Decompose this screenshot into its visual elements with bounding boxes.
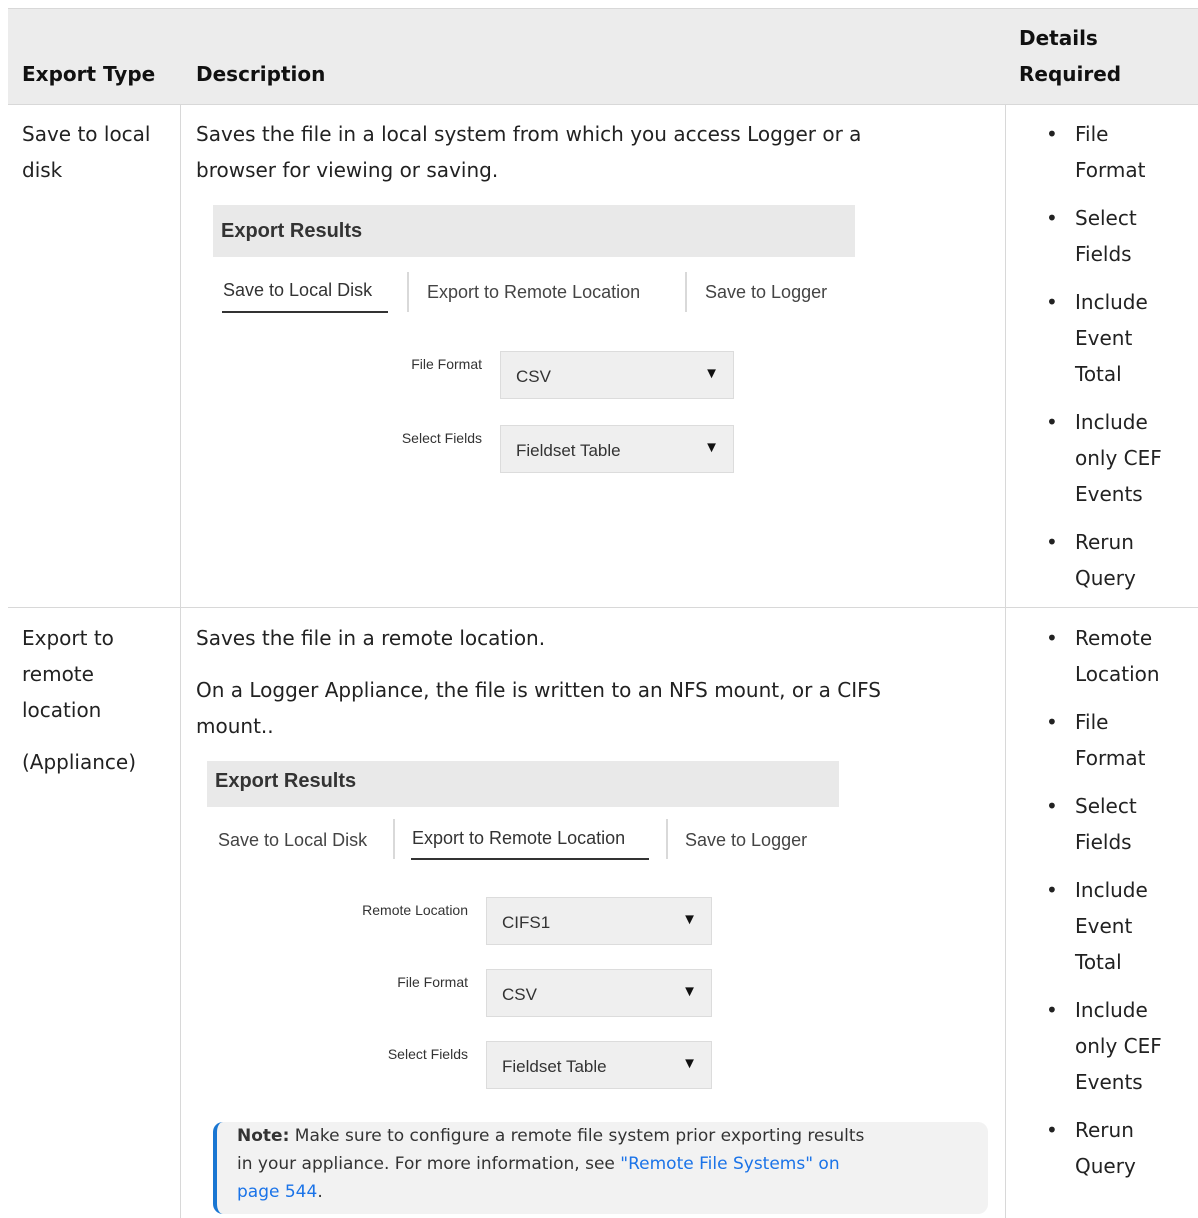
row1-description-line2: browser for viewing or saving. xyxy=(196,158,499,182)
note-text-line2: in your appliance. For more information,… xyxy=(237,1154,621,1174)
chevron-down-icon: ▼ xyxy=(682,1055,697,1072)
row2-active-tab-underline xyxy=(411,858,649,860)
list-item: RerunQuery xyxy=(1016,1112,1185,1184)
row2-tab-save-logger[interactable]: Save to Logger xyxy=(685,830,807,851)
list-item: RemoteLocation xyxy=(1016,620,1185,692)
header-divider xyxy=(8,104,1198,105)
row2-tab-separator xyxy=(393,819,395,859)
list-item: IncludeEventTotal xyxy=(1016,872,1185,980)
list-item: SelectFields xyxy=(1016,788,1185,860)
row2-details-list: RemoteLocation FileFormat SelectFields I… xyxy=(1016,620,1185,1196)
row1-select-fields-value: Fieldset Table xyxy=(516,441,621,460)
row2-remote-location-select[interactable]: CIFS1 ▼ xyxy=(486,897,712,945)
header-export-type: Export Type xyxy=(22,62,156,86)
column-divider-2 xyxy=(1005,104,1006,1218)
row2-select-fields-value: Fieldset Table xyxy=(502,1057,607,1076)
row1-tab-separator xyxy=(685,272,687,312)
row1-tab-export-remote[interactable]: Export to Remote Location xyxy=(427,282,640,303)
row2-export-type-note: (Appliance) xyxy=(22,750,137,774)
row2-dialog-title: Export Results xyxy=(207,761,839,807)
row1-tab-separator xyxy=(407,272,409,312)
row2-file-format-value: CSV xyxy=(502,985,537,1004)
row2-description-line1: Saves the file in a remote location. xyxy=(196,626,546,650)
row1-tab-save-logger[interactable]: Save to Logger xyxy=(705,282,827,303)
header-description: Description xyxy=(196,62,326,86)
note-text: Note: Make sure to configure a remote fi… xyxy=(237,1122,975,1206)
note-line3: page 544. xyxy=(237,1178,975,1206)
remote-file-systems-link[interactable]: "Remote File Systems" on xyxy=(620,1154,839,1174)
note-text-line1: Make sure to configure a remote file sys… xyxy=(289,1126,865,1146)
row2-export-type-line1: Export to xyxy=(22,626,114,650)
row1-select-fields-select[interactable]: Fieldset Table ▼ xyxy=(500,425,734,473)
row2-tab-save-local-disk[interactable]: Save to Local Disk xyxy=(218,830,367,851)
row1-description-line1: Saves the file in a local system from wh… xyxy=(196,122,862,146)
row2-export-type-line2: remote xyxy=(22,662,94,686)
list-item: RerunQuery xyxy=(1016,524,1185,596)
row1-export-type: Save to local disk xyxy=(22,116,151,188)
row1-select-fields-label: Select Fields xyxy=(401,430,482,446)
row1-export-type-line2: disk xyxy=(22,158,63,182)
note-period: . xyxy=(317,1182,323,1202)
list-item: FileFormat xyxy=(1016,704,1185,776)
page-reference-link[interactable]: page 544 xyxy=(237,1182,317,1202)
row1-file-format-value: CSV xyxy=(516,367,551,386)
row1-details-list: FileFormat SelectFields IncludeEventTota… xyxy=(1016,116,1185,608)
list-item: Includeonly CEFEvents xyxy=(1016,404,1185,512)
column-divider-1 xyxy=(180,104,181,1218)
row2-tab-separator xyxy=(666,819,668,859)
header-details-required: Details Required xyxy=(1019,20,1121,92)
row1-active-tab-underline xyxy=(222,311,388,313)
row1-file-format-select[interactable]: CSV ▼ xyxy=(500,351,734,399)
row1-file-format-label: File Format xyxy=(411,356,482,372)
row2-description-para2: On a Logger Appliance, the file is writt… xyxy=(196,672,881,744)
row2-export-type-line3: location xyxy=(22,698,102,722)
header-details-line2: Required xyxy=(1019,62,1122,86)
chevron-down-icon: ▼ xyxy=(704,365,719,382)
note-label: Note: xyxy=(237,1126,290,1146)
row1-tab-save-local-disk[interactable]: Save to Local Disk xyxy=(223,280,372,301)
chevron-down-icon: ▼ xyxy=(704,439,719,456)
header-details-line1: Details xyxy=(1019,26,1098,50)
row2-remote-location-value: CIFS1 xyxy=(502,913,551,932)
list-item: FileFormat xyxy=(1016,116,1185,188)
note-box: Note: Make sure to configure a remote fi… xyxy=(213,1122,988,1214)
note-line1: Note: Make sure to configure a remote fi… xyxy=(237,1122,975,1150)
list-item: Includeonly CEFEvents xyxy=(1016,992,1185,1100)
row1-export-type-line1: Save to local xyxy=(22,122,151,146)
table-top-border xyxy=(8,8,1198,9)
row2-select-fields-select[interactable]: Fieldset Table ▼ xyxy=(486,1041,712,1089)
chevron-down-icon: ▼ xyxy=(682,911,697,928)
row2-description-para2-line1: On a Logger Appliance, the file is writt… xyxy=(196,678,881,702)
row2-description-para2-line2: mount.. xyxy=(196,714,274,738)
note-line2: in your appliance. For more information,… xyxy=(237,1150,975,1178)
chevron-down-icon: ▼ xyxy=(682,983,697,1000)
list-item: SelectFields xyxy=(1016,200,1185,272)
row2-remote-location-label: Remote Location xyxy=(362,902,468,918)
row2-file-format-label: File Format xyxy=(397,974,468,990)
row1-dialog-title: Export Results xyxy=(213,205,855,257)
row2-select-fields-label: Select Fields xyxy=(387,1046,468,1062)
row2-tab-export-remote[interactable]: Export to Remote Location xyxy=(412,828,625,849)
row1-description: Saves the file in a local system from wh… xyxy=(196,116,861,188)
list-item: IncludeEventTotal xyxy=(1016,284,1185,392)
row2-file-format-select[interactable]: CSV ▼ xyxy=(486,969,712,1017)
row2-export-type: Export to remote location (Appliance) xyxy=(22,620,136,780)
